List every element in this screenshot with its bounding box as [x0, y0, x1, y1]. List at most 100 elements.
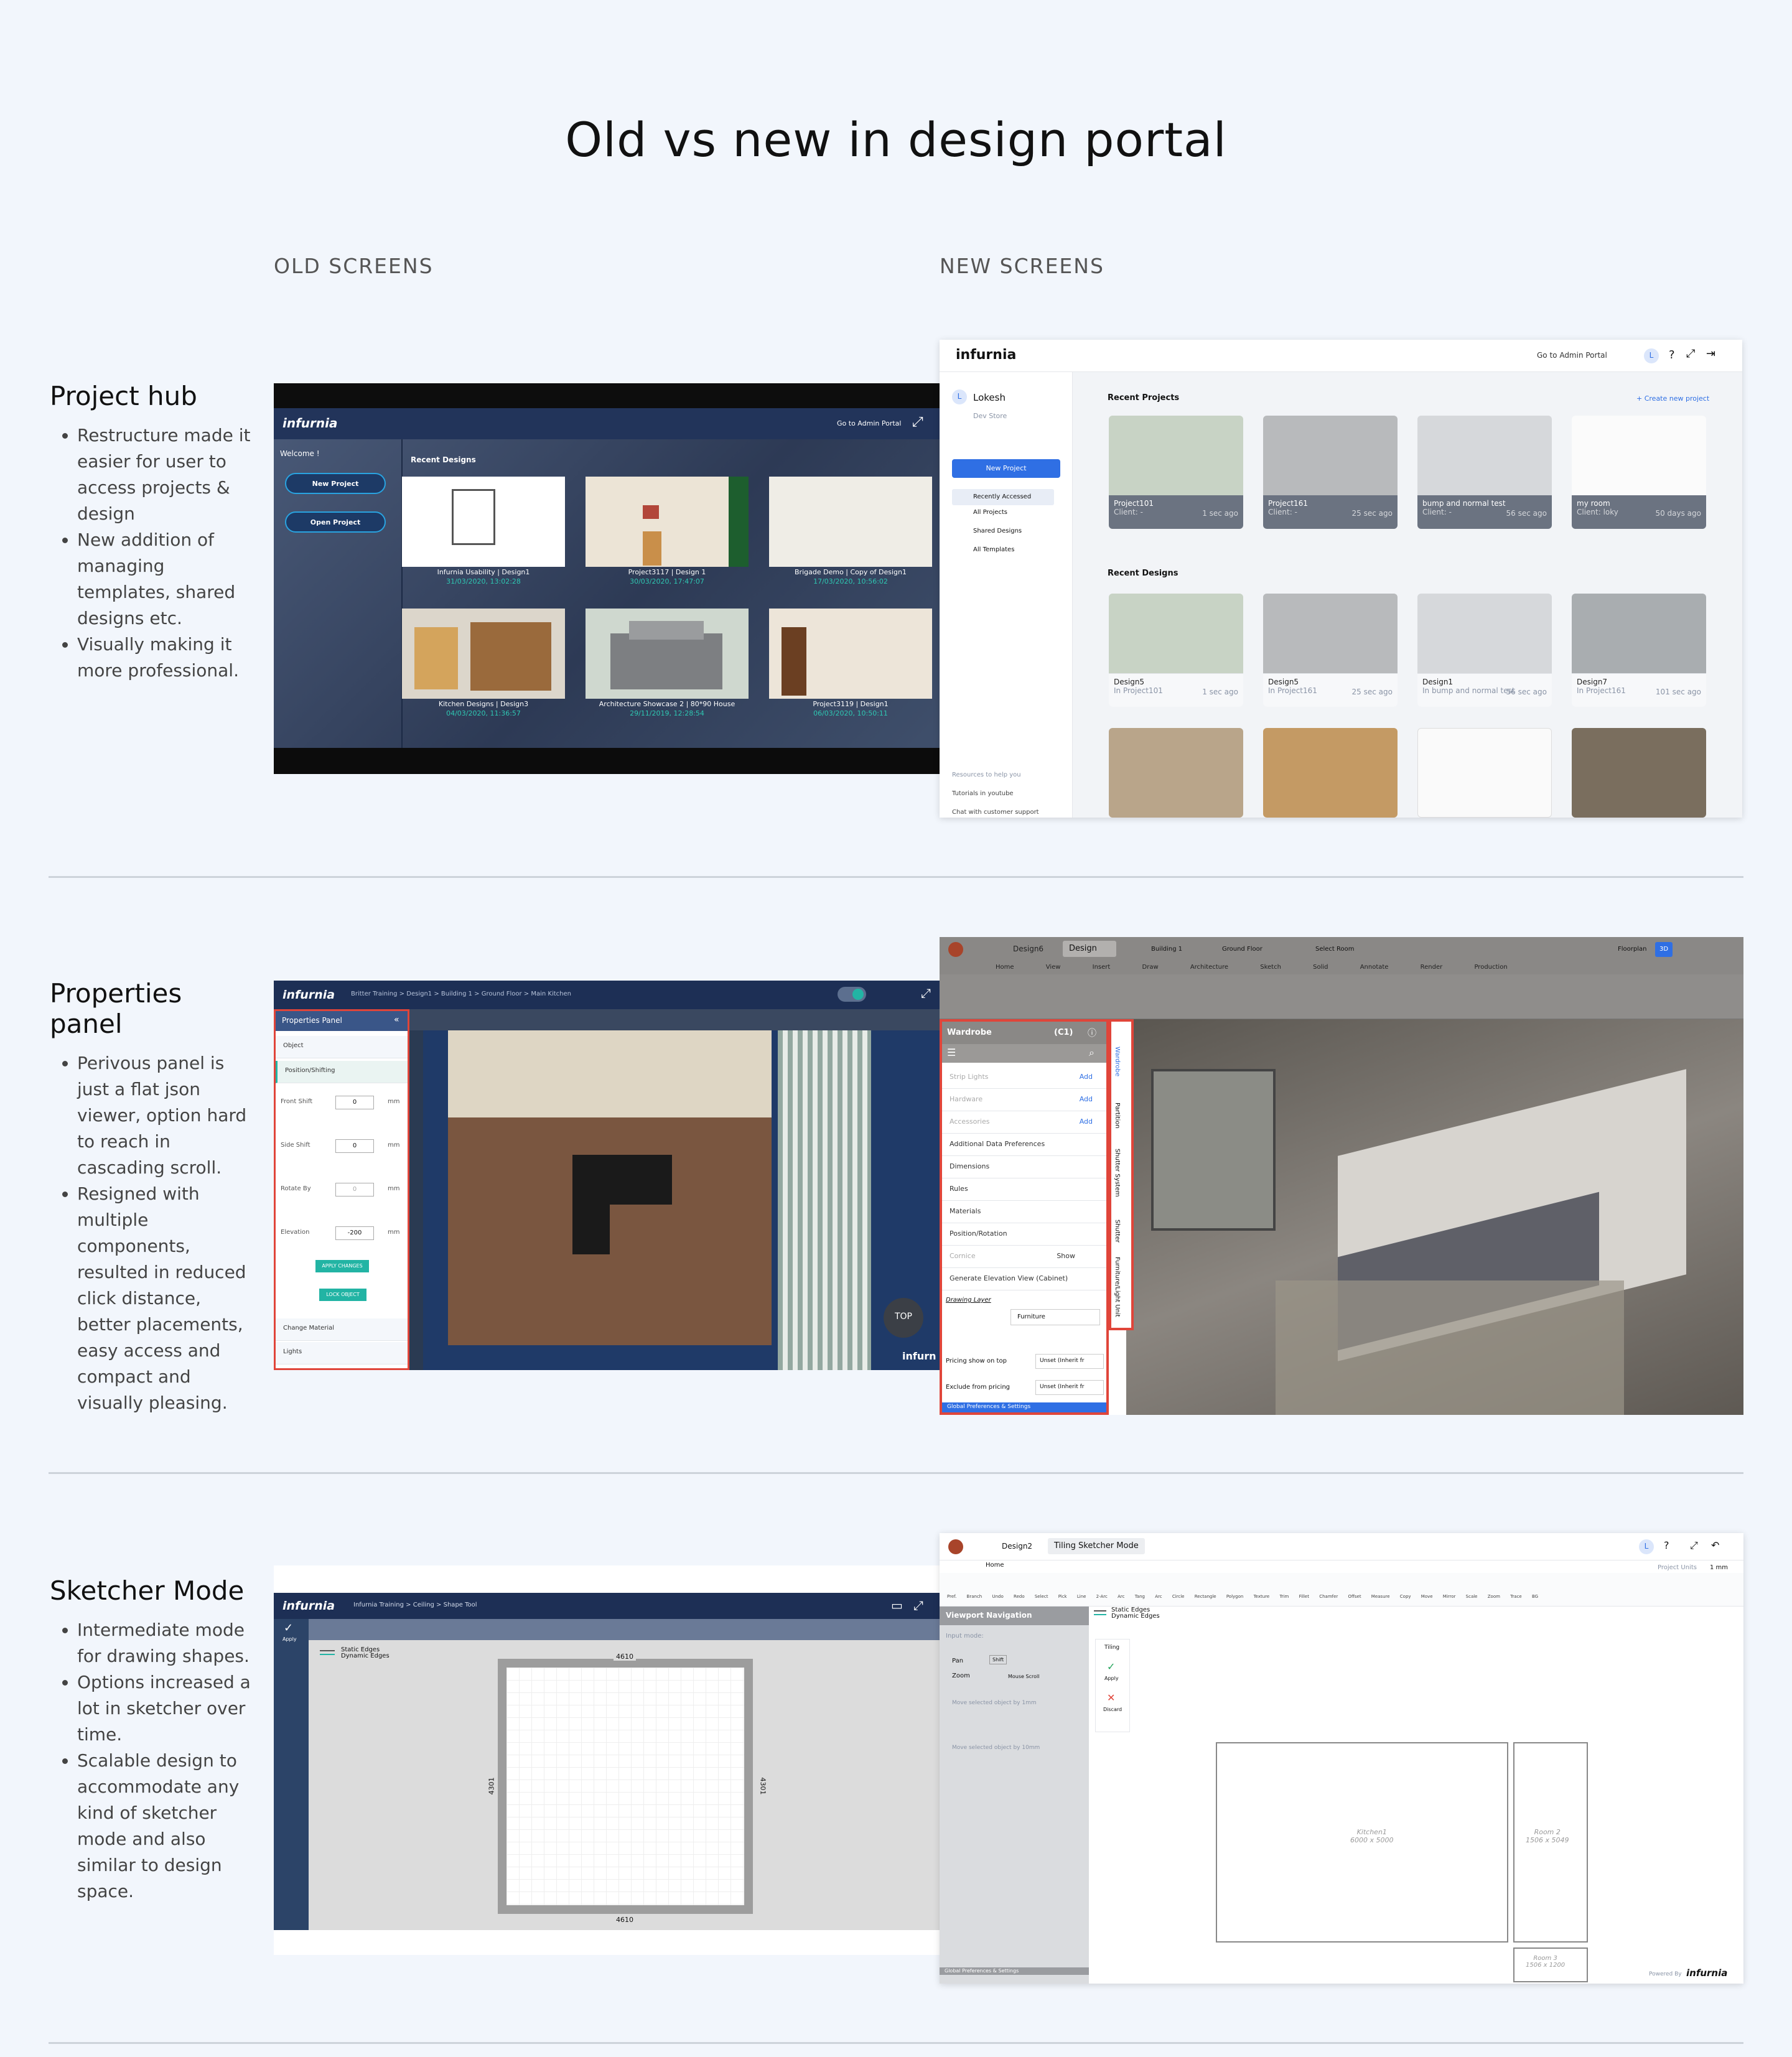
side-tab[interactable]: Partition: [1114, 1103, 1121, 1129]
design-thumb[interactable]: [402, 477, 565, 567]
project-card[interactable]: Project161 Client: - 25 sec ago: [1263, 416, 1398, 529]
tool[interactable]: Arc: [1118, 1594, 1124, 1599]
design-card[interactable]: Design7 In Project161 101 sec ago: [1572, 594, 1706, 707]
discard-x-icon[interactable]: ✕: [1107, 1692, 1115, 1704]
undo-exit-icon[interactable]: ↶: [1711, 1539, 1719, 1551]
additional-data-row[interactable]: Additional Data Preferences: [942, 1134, 1106, 1156]
tool[interactable]: Texture: [1254, 1594, 1270, 1599]
store-name[interactable]: Dev Store: [973, 412, 1007, 420]
crumb[interactable]: Britter Training: [351, 991, 398, 997]
design-card[interactable]: Design5 In Project101 1 sec ago: [1109, 594, 1243, 707]
create-project-link[interactable]: + Create new project: [1636, 394, 1709, 403]
crumb[interactable]: Shape Tool: [444, 1602, 477, 1608]
tool[interactable]: Fillet: [1299, 1594, 1309, 1599]
design-thumb[interactable]: [769, 477, 932, 567]
new-project-button[interactable]: New Project: [952, 459, 1060, 478]
floor-select[interactable]: Ground Floor: [1222, 946, 1262, 953]
view3d-tab[interactable]: 3D: [1655, 942, 1673, 957]
floorplan-tab[interactable]: Floorplan: [1618, 946, 1646, 953]
apply-changes-button[interactable]: APPLY CHANGES: [315, 1260, 369, 1272]
search-icon[interactable]: ⌕: [1089, 1047, 1094, 1059]
expand-icon[interactable]: ⤢: [912, 414, 923, 430]
design-card[interactable]: [1572, 728, 1706, 818]
design-name[interactable]: Design2: [1002, 1542, 1032, 1551]
tool[interactable]: Measure: [1371, 1594, 1390, 1599]
tool[interactable]: 2-Arc: [1096, 1594, 1108, 1599]
user-avatar[interactable]: L: [1644, 348, 1659, 363]
add-button[interactable]: Add: [1080, 1117, 1093, 1126]
tool[interactable]: Redo: [1014, 1594, 1025, 1599]
design-card[interactable]: [1417, 728, 1552, 818]
tool[interactable]: Undo: [992, 1594, 1003, 1599]
crumb[interactable]: Main Kitchen: [531, 991, 571, 997]
object-row[interactable]: Object: [276, 1036, 408, 1058]
apply-check-icon[interactable]: ✓: [1107, 1661, 1115, 1672]
project-card[interactable]: my room Client: loky 50 days ago: [1572, 416, 1706, 529]
canvas[interactable]: Static Edges Dynamic Edges 4610 4610 430…: [309, 1640, 940, 1930]
tool[interactable]: Tang Arc: [1135, 1594, 1162, 1599]
design-card[interactable]: Design5 In Project161 25 sec ago: [1263, 594, 1398, 707]
viewport-3d[interactable]: [1126, 1019, 1743, 1415]
nav-all-projects[interactable]: All Projects: [952, 509, 1007, 516]
nav-shared-designs[interactable]: Shared Designs: [952, 528, 1022, 534]
sketch-canvas[interactable]: Static Edges Dynamic Edges Tiling ✓ Appl…: [1089, 1607, 1743, 1984]
add-button[interactable]: Add: [1080, 1073, 1093, 1081]
crumb[interactable]: Design1: [406, 991, 432, 997]
open-project-button[interactable]: Open Project: [285, 511, 386, 533]
dimensions-row[interactable]: Dimensions: [942, 1156, 1106, 1178]
view-toggle[interactable]: [838, 987, 866, 1002]
tool[interactable]: Zoom: [1488, 1594, 1500, 1599]
crumb[interactable]: Building 1: [441, 991, 472, 997]
menu-item[interactable]: Production: [1474, 964, 1507, 971]
menu-item[interactable]: View: [1046, 964, 1061, 971]
strip-lights-row[interactable]: Strip Lights Add: [942, 1066, 1106, 1089]
design-card[interactable]: Design1 In bump and normal test 56 sec ago: [1417, 594, 1552, 707]
lights-row[interactable]: Lights: [276, 1342, 408, 1364]
mode-select[interactable]: Design: [1063, 941, 1116, 957]
tool[interactable]: Scale: [1466, 1594, 1478, 1599]
menu-item[interactable]: Insert: [1093, 964, 1111, 971]
change-material-row[interactable]: Change Material: [276, 1318, 408, 1341]
fullscreen-icon[interactable]: ⤢: [1686, 347, 1695, 360]
admin-portal-link[interactable]: Go to Admin Portal: [1537, 351, 1607, 360]
nav-all-templates[interactable]: All Templates: [952, 546, 1014, 553]
top-view-badge[interactable]: TOP: [884, 1298, 923, 1338]
position-row[interactable]: Position/Shifting: [276, 1061, 408, 1083]
help-icon[interactable]: ?: [1664, 1539, 1669, 1551]
crumb[interactable]: Ceiling: [413, 1602, 434, 1608]
expand-icon[interactable]: ⤢: [921, 986, 931, 1001]
global-preferences-bar[interactable]: Global Preferences & Settings: [940, 1967, 1089, 1975]
pricing-select[interactable]: Unset (Inherit fr: [1035, 1354, 1104, 1369]
design-name[interactable]: Design6: [1013, 945, 1043, 953]
help-icon[interactable]: ?: [1669, 348, 1675, 361]
check-icon[interactable]: ✓: [284, 1621, 293, 1635]
position-rotation-row[interactable]: Position/Rotation: [942, 1223, 1106, 1246]
folder-icon[interactable]: ▭: [891, 1598, 903, 1613]
collapse-icon[interactable]: «: [394, 1015, 399, 1025]
side-tab[interactable]: Shutter: [1114, 1220, 1121, 1243]
hardware-row[interactable]: Hardware Add: [942, 1089, 1106, 1111]
room-select[interactable]: Select Room: [1315, 946, 1355, 953]
tool[interactable]: Copy: [1400, 1594, 1411, 1599]
side-tab[interactable]: Wardrobe: [1114, 1047, 1121, 1076]
menu-item[interactable]: Annotate: [1360, 964, 1389, 971]
info-icon[interactable]: ⓘ: [1088, 1027, 1096, 1039]
elevation-input[interactable]: -200: [335, 1226, 374, 1240]
home-tab[interactable]: Home: [986, 1562, 1004, 1569]
menu-item[interactable]: Sketch: [1260, 964, 1281, 971]
materials-row[interactable]: Materials: [942, 1201, 1106, 1223]
menu-item[interactable]: Render: [1421, 964, 1443, 971]
menu-item[interactable]: Draw: [1142, 964, 1159, 971]
tool[interactable]: Chamfer: [1319, 1594, 1338, 1599]
side-tab[interactable]: Furniture/Light Unit: [1114, 1257, 1121, 1317]
tool[interactable]: Mirror: [1443, 1594, 1456, 1599]
front-shift-input[interactable]: 0: [335, 1096, 374, 1109]
crumb[interactable]: Infurnia Training: [353, 1602, 404, 1608]
project-card[interactable]: Project101 Client: - 1 sec ago: [1109, 416, 1243, 529]
tool[interactable]: Trace BG: [1510, 1594, 1538, 1599]
expand-icon[interactable]: ⤢: [913, 1598, 923, 1613]
crumb[interactable]: Ground Floor: [482, 991, 522, 997]
new-project-button[interactable]: New Project: [285, 473, 386, 494]
layer-select[interactable]: Furniture: [1010, 1309, 1100, 1325]
fullscreen-icon[interactable]: ⤢: [1690, 1539, 1698, 1552]
